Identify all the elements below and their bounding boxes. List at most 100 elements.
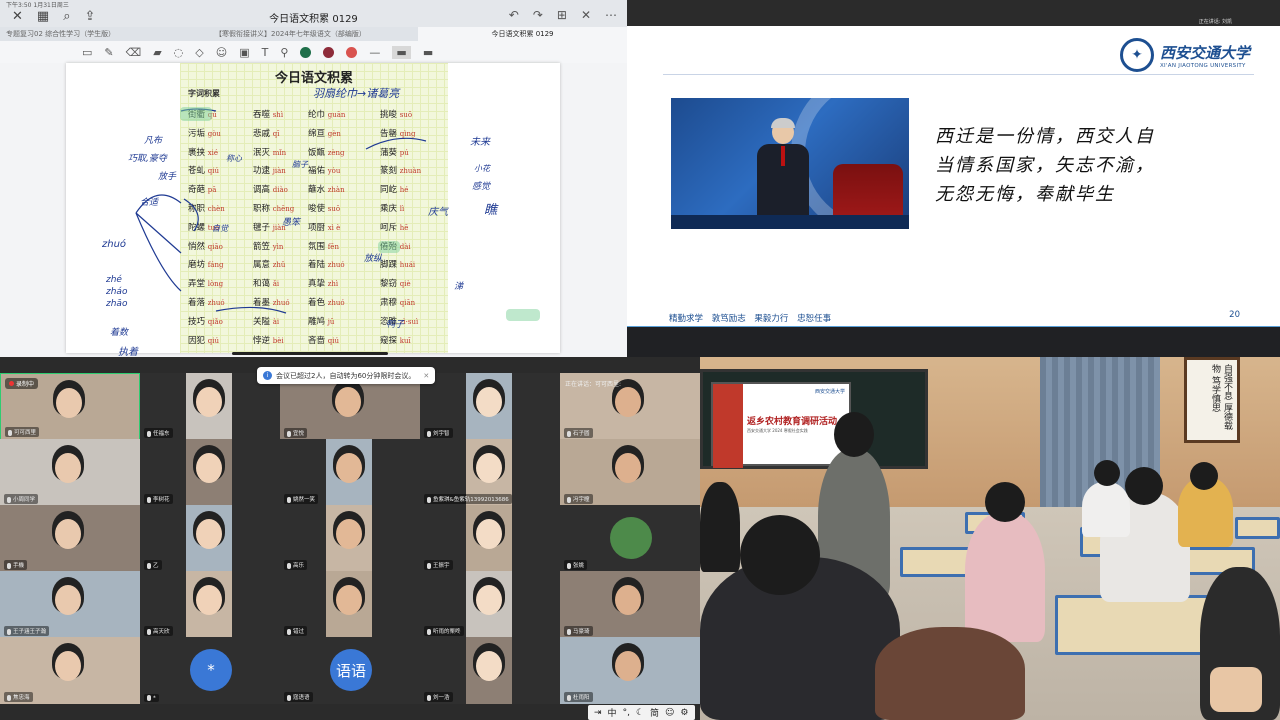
handwritten-note: 巧取,豪夺 [128,154,167,164]
undo-icon[interactable]: ↶ [509,8,519,22]
vocab-word: 悲戚 qī [253,127,279,139]
ime-punctuation-icon[interactable]: °, [623,708,630,718]
more-icon[interactable]: ⋯ [605,8,617,22]
shapes-icon[interactable]: ◇ [195,46,203,59]
tab-doc-1[interactable]: 专题复习02 综合性学习（学生版） [0,27,209,41]
participant-tile[interactable]: 可可西里 录制中 [0,373,140,440]
vocab-characters: 肃穆 [380,298,398,308]
participant-tile[interactable]: 张姚 [560,505,700,572]
vocab-pinyin: huái [399,261,416,270]
participant-tile[interactable]: 错过 [280,571,420,638]
vocab-pinyin: chèn [207,205,225,213]
toast-close-icon[interactable]: ✕ [423,372,429,380]
ime-mode-simplified[interactable]: 简 [650,706,659,719]
participant-tile[interactable]: 鱼紫琪&鱼紫轨13992013686 [420,439,560,506]
image-icon[interactable]: ▣ [239,46,249,59]
color-swatch-maroon[interactable] [323,46,335,58]
participant-tile[interactable]: 焦忠海 [0,637,140,704]
student-head [1094,460,1120,486]
vocab-characters: 蒲葵 [380,147,398,158]
participant-tile[interactable]: * * [140,637,280,704]
laser-icon[interactable]: ⚲ [280,46,288,59]
page-scroll-indicator[interactable] [232,352,388,355]
vocab-characters: 泯灭 [253,147,271,158]
vocab-word: 箭笠 yìn [253,240,283,252]
vocab-characters: 称职 [188,204,206,214]
participant-tile[interactable]: 李树花 [140,439,280,506]
participant-tile[interactable]: 马豪琦 [560,571,700,638]
ime-mode-chinese[interactable]: 中 [608,706,617,719]
participant-tile[interactable]: 手機 [0,505,140,572]
vocab-word: 倦殆 dài [380,240,411,252]
color-swatch-green[interactable] [300,46,312,58]
participant-name-text: 焦忠海 [13,695,30,701]
meeting-gallery: 可可西里 录制中 任福东 宜悦 刘宇智 石子圆 小周同学 李树花 姚然一笑 鱼紫琪&鱼紫轨1399… [0,357,700,720]
vocab-characters: 悲戚 [253,128,271,139]
participant-name-text: 冯宇瞳 [573,497,590,503]
medium-stroke-icon[interactable]: ▬ [392,45,411,59]
vocab-characters: 关隘 [253,316,271,327]
redo-icon[interactable]: ↷ [533,8,543,22]
mic-icon [567,628,571,635]
input-method-bar[interactable]: ⇥ 中 °, ☾ 简 ☺ ⚙ [588,705,695,720]
recording-indicator: 录制中 [5,378,39,389]
drawing-toolbar: ▭ ✎ ⌫ ▰ ◌ ◇ ☺ ▣ T ⚲ — ▬ ▬ [0,41,627,63]
slide-topbar: 正在讲话: 刘凯 [627,0,1280,26]
participant-tile[interactable]: 刘宇智 [420,373,560,440]
participant-tile[interactable]: 王子涵王子瀚 [0,571,140,638]
add-page-icon[interactable]: ⊞ [557,8,567,22]
participant-name: 听雨的栗咚 [424,626,464,636]
thick-stroke-icon[interactable]: ▬ [423,46,433,59]
note-page[interactable]: 今日语文积累 字词积累 街衢 qú 吞噬 shì 纶巾 guān 挑唆 suō 污垢 g… [66,63,560,357]
mic-icon [147,694,151,701]
vocab-characters: 着落 [188,298,206,308]
ime-settings-icon[interactable]: ⇥ [594,708,602,718]
participant-tile[interactable]: 冯宇瞳 [560,439,700,506]
participant-tile[interactable]: 王振宇 [420,505,560,572]
participant-tile[interactable]: 刘一浩 [420,637,560,704]
mic-icon [287,430,291,437]
participant-tile[interactable]: 姚然一笑 [280,439,420,506]
text-icon[interactable]: T [262,46,269,59]
vocab-word: 功逮 jiàn [253,164,286,176]
participant-tile[interactable]: 小周同学 [0,439,140,506]
sticker-icon[interactable]: ☺ [216,46,227,59]
lasso-icon[interactable]: ◌ [174,46,184,59]
vocab-characters: 悄然 [188,241,206,252]
mic-icon [287,628,291,635]
pen-icon[interactable]: ✎ [104,46,113,59]
slide-page-number: 20 [1229,310,1240,320]
color-swatch-red[interactable] [346,46,358,58]
handwritten-note: zhé [106,275,122,285]
student-head [1125,467,1163,505]
participant-name-text: 王振宇 [433,563,450,569]
participant-tile[interactable]: 杜雨阳 [560,637,700,704]
vocab-pinyin: qiú [207,167,219,176]
vocab-pinyin: qiǎo [207,317,223,326]
ime-gear-icon[interactable]: ⚙ [680,708,688,718]
participant-name: 寇语语 [284,692,313,702]
participant-tile[interactable]: 听雨的栗咚 [420,571,560,638]
vocab-word: 称职 chèn [188,202,225,214]
note-canvas[interactable]: 今日语文积累 字词积累 街衢 qú 吞噬 shì 纶巾 guān 挑唆 suō 污垢 g… [0,63,627,357]
thin-stroke-icon[interactable]: — [369,46,380,59]
participant-tile[interactable]: 语语 寇语语 [280,637,420,704]
handwritten-note: 自觉 [212,224,228,233]
ime-moon-icon[interactable]: ☾ [636,708,644,718]
participant-tile[interactable]: 乙 [140,505,280,572]
classroom-screen: 西安交通大学 返乡农村教育调研活动 西安交通大学 2024 寒假社会实践 [711,382,851,468]
highlighter-icon[interactable]: ▰ [153,46,161,59]
layout-icon[interactable]: ▭ [82,46,92,59]
vocab-word: 唆使 suō [308,202,340,214]
record-dot-icon [9,381,14,386]
vocab-pinyin: qiú [207,336,219,345]
tab-doc-2[interactable]: 【寒假衔接讲义】2024年七年级语文（部编版） [209,27,418,41]
tab-doc-3[interactable]: 今日语文积累 0129 [418,27,627,41]
participant-tile[interactable]: 高天欣 [140,571,280,638]
participant-tile[interactable]: 高乐 [280,505,420,572]
close-doc-icon[interactable]: ✕ [581,8,591,22]
participant-name: 冯宇瞳 [564,494,593,504]
participant-name-text: 张姚 [573,563,585,569]
ime-emoji-icon[interactable]: ☺ [665,708,674,718]
eraser-icon[interactable]: ⌫ [126,46,142,59]
